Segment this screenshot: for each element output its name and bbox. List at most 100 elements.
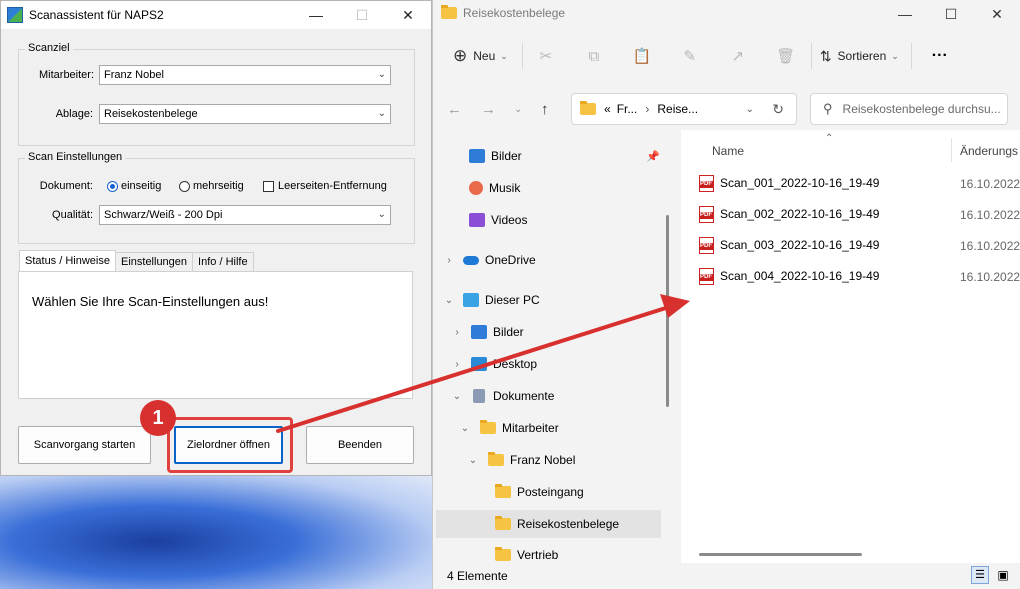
- nav-item-dokumente[interactable]: ⌄ Dokumente: [451, 382, 554, 410]
- file-row[interactable]: Scan_002_2022-10-16_19-49: [699, 203, 879, 225]
- exit-button[interactable]: Beenden: [306, 426, 414, 464]
- cloud-icon: [463, 255, 479, 265]
- nav-label: OneDrive: [485, 253, 536, 267]
- maximize-button[interactable]: ☐: [339, 1, 385, 29]
- tiles-view-icon[interactable]: ▣: [995, 567, 1011, 583]
- tab-status[interactable]: Status / Hinweise: [19, 250, 116, 272]
- nav-item-desktop[interactable]: › Desktop: [451, 350, 537, 378]
- details-view-icon[interactable]: ☰: [971, 566, 989, 584]
- folder-icon: [488, 452, 504, 466]
- file-row[interactable]: Scan_004_2022-10-16_19-49: [699, 265, 879, 287]
- file-row[interactable]: Scan_001_2022-10-16_19-49: [699, 172, 879, 194]
- desktop-icon: [471, 357, 487, 371]
- nav-label: Mitarbeiter: [502, 421, 559, 435]
- close-icon: ✕: [991, 5, 1003, 22]
- pin-icon[interactable]: 📌: [646, 150, 660, 163]
- horizontal-scrollbar[interactable]: [699, 553, 862, 556]
- qualitaet-label: Qualität:: [52, 209, 93, 221]
- ablage-select[interactable]: Reisekostenbelege ⌄: [99, 104, 391, 124]
- nav-item-bilder[interactable]: › Bilder: [451, 318, 524, 346]
- qualitaet-value: Schwarz/Weiß - 200 Dpi: [104, 209, 223, 221]
- chevron-down-icon: ⌄: [500, 50, 508, 61]
- close-button[interactable]: ✕: [385, 1, 431, 29]
- address-bar[interactable]: « Fr... › Reise... ⌄ ↻: [571, 93, 797, 125]
- tab-einstellungen[interactable]: Einstellungen: [114, 252, 194, 272]
- rename-icon[interactable]: ✎: [675, 47, 705, 65]
- nav-label: Reisekostenbelege: [517, 517, 620, 531]
- maximize-icon: ☐: [355, 6, 369, 23]
- address-segment-2[interactable]: Reise...: [657, 102, 698, 116]
- share-icon[interactable]: ↗: [723, 47, 753, 65]
- scan-settings-legend: Scan Einstellungen: [25, 151, 126, 163]
- forward-arrow-icon[interactable]: →: [481, 101, 496, 118]
- more-options-icon[interactable]: ···: [932, 47, 948, 65]
- file-row[interactable]: Scan_003_2022-10-16_19-49: [699, 234, 879, 256]
- nav-label: Dieser PC: [485, 293, 540, 307]
- radio-einseitig[interactable]: einseitig: [107, 180, 161, 192]
- radio-mehrseitig[interactable]: mehrseitig: [179, 180, 244, 192]
- file-name: Scan_003_2022-10-16_19-49: [720, 238, 880, 252]
- pictures-icon: [471, 325, 487, 339]
- column-header-changed[interactable]: Änderungs: [960, 144, 1018, 158]
- maximize-button[interactable]: ☐: [928, 0, 974, 28]
- tab-info[interactable]: Info / Hilfe: [192, 252, 254, 272]
- videos-icon: [469, 213, 485, 227]
- file-name: Scan_001_2022-10-16_19-49: [720, 176, 880, 190]
- mitarbeiter-select[interactable]: Franz Nobel ⌄: [99, 65, 391, 85]
- chevron-down-icon: ⌄: [377, 209, 386, 220]
- up-arrow-icon[interactable]: ↑: [541, 101, 549, 118]
- search-box[interactable]: ⚲ Reisekostenbelege durchsu...: [810, 93, 1008, 125]
- naps2-scan-assistant-window: Scanassistent für NAPS2 — ☐ ✕ Scanziel M…: [0, 0, 432, 476]
- status-message: Wählen Sie Ihre Scan-Einstellungen aus!: [32, 294, 269, 309]
- qualitaet-select[interactable]: Schwarz/Weiß - 200 Dpi ⌄: [99, 205, 391, 225]
- scanziel-group: Scanziel: [18, 42, 415, 146]
- nav-item-dieser-pc[interactable]: ⌄ Dieser PC: [443, 286, 540, 314]
- window-title: Scanassistent für NAPS2: [29, 8, 164, 22]
- nav-item-videos[interactable]: Videos: [469, 206, 527, 234]
- nav-item-bilder-quick[interactable]: Bilder: [469, 142, 522, 170]
- copy-icon[interactable]: ⧉: [579, 48, 609, 65]
- command-bar: ⊕ Neu ⌄ ✂ ⧉ 📋 ✎ ↗ 🗑 ⇅ Sortieren ⌄ ···: [433, 36, 1020, 76]
- address-segment-1[interactable]: Fr...: [617, 102, 638, 116]
- start-scan-button[interactable]: Scanvorgang starten: [18, 426, 151, 464]
- plus-circle-icon: ⊕: [453, 46, 468, 65]
- delete-icon[interactable]: 🗑: [771, 47, 801, 65]
- address-overflow[interactable]: «: [604, 102, 611, 116]
- status-bar: 4 Elemente ☰ ▣: [433, 563, 1020, 589]
- nav-item-mitarbeiter[interactable]: ⌄ Mitarbeiter: [459, 414, 559, 442]
- file-date: 16.10.2022: [960, 177, 1020, 191]
- folder-icon: [580, 101, 596, 115]
- close-button[interactable]: ✕: [974, 0, 1020, 28]
- navigation-bar: ← → ⌄ ↑ « Fr... › Reise... ⌄ ↻ ⚲ Reiseko…: [433, 93, 1020, 127]
- paste-icon[interactable]: 📋: [627, 47, 657, 65]
- nav-item-musik[interactable]: Musik: [469, 174, 520, 202]
- pdf-file-icon: [699, 236, 714, 254]
- minimize-button[interactable]: —: [293, 1, 339, 29]
- search-placeholder: Reisekostenbelege durchsu...: [842, 102, 1001, 116]
- column-header-name[interactable]: Name: [712, 144, 744, 158]
- sort-label: Sortieren: [837, 49, 887, 63]
- back-arrow-icon[interactable]: ←: [447, 101, 462, 118]
- radio-einseitig-label: einseitig: [121, 180, 162, 192]
- search-icon: ⚲: [823, 101, 833, 116]
- refresh-icon[interactable]: ↻: [772, 101, 784, 118]
- cut-icon[interactable]: ✂: [531, 47, 561, 65]
- minimize-button[interactable]: —: [882, 0, 928, 28]
- nav-item-reisekostenbelege[interactable]: Reisekostenbelege: [436, 510, 661, 538]
- breadcrumb-chevron-icon: ›: [645, 102, 650, 116]
- nav-item-posteingang[interactable]: Posteingang: [495, 478, 584, 506]
- sort-button[interactable]: ⇅ Sortieren ⌄: [820, 48, 899, 65]
- chevron-down-icon: ⌄: [468, 454, 478, 466]
- nav-item-onedrive[interactable]: › OneDrive: [443, 246, 536, 274]
- checkbox-leerseiten[interactable]: Leerseiten-Entfernung: [263, 180, 387, 192]
- chevron-down-icon[interactable]: ⌄: [746, 104, 754, 115]
- chevron-down-icon: ⌄: [452, 390, 462, 402]
- ablage-value: Reisekostenbelege: [104, 108, 198, 120]
- status-panel: Wählen Sie Ihre Scan-Einstellungen aus!: [18, 271, 413, 399]
- recent-chevron-icon[interactable]: ⌄: [514, 104, 522, 115]
- folder-icon: [495, 484, 511, 498]
- new-button[interactable]: ⊕ Neu ⌄: [453, 46, 508, 66]
- nav-item-franz-nobel[interactable]: ⌄ Franz Nobel: [467, 446, 575, 474]
- dokument-label: Dokument:: [39, 180, 93, 192]
- nav-scrollbar[interactable]: [666, 215, 669, 407]
